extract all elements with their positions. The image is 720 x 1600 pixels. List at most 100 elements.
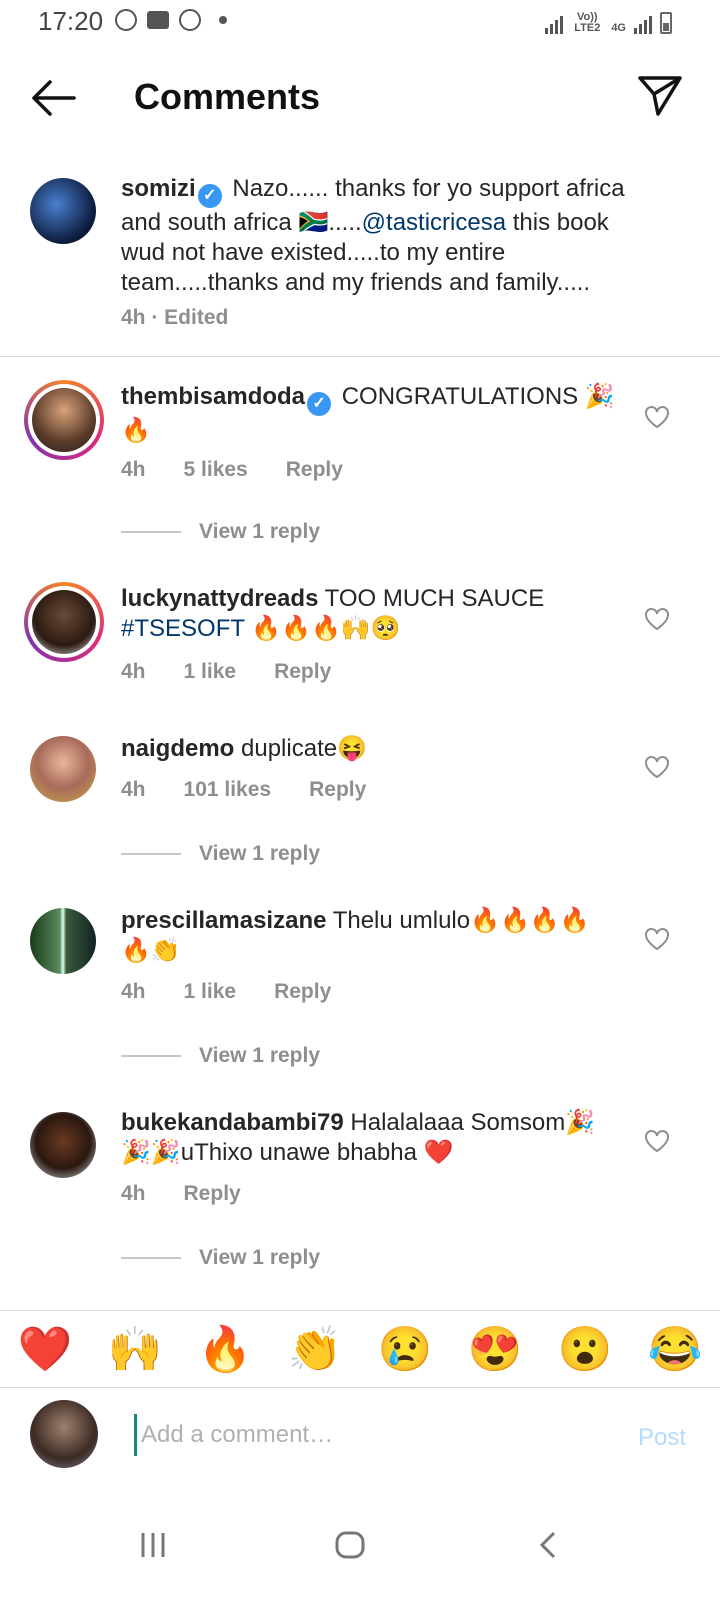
emoji-heart-eyes[interactable]: 😍 <box>468 1323 523 1375</box>
comment-emojis: 🔥🔥🔥🙌🥺 <box>244 615 401 642</box>
more-notifications-icon <box>219 16 227 24</box>
view-replies-button[interactable]: View 1 reply <box>121 1044 320 1068</box>
view-replies-button[interactable]: View 1 reply <box>121 1246 320 1270</box>
emoji-laughing[interactable]: 😂 <box>648 1323 703 1375</box>
divider <box>0 356 720 357</box>
comment-composer: Post <box>0 1400 720 1480</box>
comment-username[interactable]: naigdemo <box>121 735 234 762</box>
emoji-fire[interactable]: 🔥 <box>198 1323 253 1375</box>
page-title: Comments <box>134 76 321 117</box>
avatar[interactable] <box>24 380 104 460</box>
emoji-heart[interactable]: ❤️ <box>18 1323 73 1375</box>
like-heart-icon[interactable] <box>644 404 670 430</box>
view-replies-label: View 1 reply <box>199 1246 321 1269</box>
reply-line <box>121 1257 181 1259</box>
comment-time: 4h <box>121 1182 146 1205</box>
reply-button[interactable]: Reply <box>274 660 331 684</box>
comment-time: 4h <box>121 980 146 1003</box>
comment-time: 4h <box>121 778 146 801</box>
header: Comments <box>0 48 720 148</box>
avatar[interactable] <box>30 178 96 244</box>
battery-icon <box>660 12 672 34</box>
caption-text: somizi ✓ Nazo...... thanks for yo support… <box>121 174 641 298</box>
likes-count[interactable]: 5 likes <box>184 458 248 482</box>
gallery-icon <box>147 11 169 29</box>
view-replies-button[interactable]: View 1 reply <box>121 842 320 866</box>
share-icon[interactable] <box>636 74 684 118</box>
comment-meta: 4h Reply <box>121 1182 241 1206</box>
comment-item: thembisamdoda ✓ CONGRATULATIONS 🎉 🔥 4h 5 … <box>0 378 720 558</box>
reply-line <box>121 531 181 533</box>
emoji-quick-bar: ❤️ 🙌 🔥 👏 😢 😍 😮 😂 <box>0 1310 720 1388</box>
comment-text: luckynattydreads TOO MUCH SAUCE #TSESOFT… <box>121 584 621 644</box>
comment-username[interactable]: prescillamasizane <box>121 907 326 934</box>
comment-input[interactable] <box>134 1414 613 1456</box>
mention-link[interactable]: @tasticricesa <box>362 209 506 236</box>
comment-username[interactable]: luckynattydreads <box>121 585 318 612</box>
caption-meta: 4h · Edited <box>121 306 228 330</box>
reply-button[interactable]: Reply <box>274 980 331 1004</box>
view-replies-label: View 1 reply <box>199 1044 321 1067</box>
back-arrow-icon[interactable] <box>30 78 76 118</box>
caption-username[interactable]: somizi <box>121 175 196 202</box>
comment-username[interactable]: thembisamdoda <box>121 383 305 410</box>
signal-icon <box>545 14 564 34</box>
post-button[interactable]: Post <box>638 1424 686 1452</box>
like-heart-icon[interactable] <box>644 754 670 780</box>
system-nav-bar <box>0 1500 720 1600</box>
hashtag-link[interactable]: #TSESOFT <box>121 615 245 642</box>
view-replies-button[interactable]: View 1 reply <box>121 520 320 544</box>
reply-line <box>121 1055 181 1057</box>
comment-time: 4h <box>121 660 146 683</box>
emoji-surprised[interactable]: 😮 <box>558 1323 613 1375</box>
whatsapp-icon <box>179 9 201 31</box>
comment-meta: 4h 1 like Reply <box>121 980 331 1004</box>
avatar[interactable] <box>30 908 96 974</box>
verified-badge-icon: ✓ <box>307 392 332 416</box>
comment-item: bukekandabambi79 Halalalaaa Somsom🎉 🎉🎉uT… <box>0 1108 720 1288</box>
comment-time: 4h <box>121 458 146 481</box>
emoji-clap[interactable]: 👏 <box>288 1323 343 1375</box>
comment-item: naigdemo duplicate😝 4h 101 likes Reply V… <box>0 734 720 884</box>
media-icon <box>115 9 137 31</box>
likes-count[interactable]: 1 like <box>184 660 237 684</box>
caption-time-edited: 4h · Edited <box>121 306 229 329</box>
notification-icons <box>115 9 227 31</box>
home-icon[interactable] <box>334 1530 366 1560</box>
verified-badge-icon: ✓ <box>197 184 222 208</box>
like-heart-icon[interactable] <box>644 1128 670 1154</box>
comment-body: TOO MUCH SAUCE <box>324 585 545 612</box>
comment-text: prescillamasizane Thelu umlulo🔥🔥🔥🔥 🔥👏 <box>121 906 621 966</box>
reply-button[interactable]: Reply <box>309 778 366 802</box>
avatar[interactable] <box>30 736 96 802</box>
reply-button[interactable]: Reply <box>184 1182 241 1206</box>
back-icon[interactable] <box>536 1530 560 1560</box>
caption: somizi ✓ Nazo...... thanks for yo support… <box>0 170 720 350</box>
likes-count[interactable]: 101 likes <box>184 778 272 802</box>
status-indicators: Vo)) LTE2 4G <box>545 12 672 34</box>
like-heart-icon[interactable] <box>644 606 670 632</box>
view-replies-label: View 1 reply <box>199 520 321 543</box>
reply-button[interactable]: Reply <box>286 458 343 482</box>
comment-username[interactable]: bukekandabambi79 <box>121 1109 344 1136</box>
comment-meta: 4h 1 like Reply <box>121 660 331 684</box>
view-replies-label: View 1 reply <box>199 842 321 865</box>
comment-item: prescillamasizane Thelu umlulo🔥🔥🔥🔥 🔥👏 4h… <box>0 906 720 1086</box>
comment-meta: 4h 5 likes Reply <box>121 458 343 482</box>
avatar[interactable] <box>24 582 104 662</box>
signal-2-icon <box>634 14 652 34</box>
emoji-raised-hands[interactable]: 🙌 <box>108 1323 163 1375</box>
network-label: 4G <box>611 22 626 34</box>
status-bar: 17:20 Vo)) LTE2 4G <box>0 0 720 48</box>
comment-meta: 4h 101 likes Reply <box>121 778 366 802</box>
emoji-cry[interactable]: 😢 <box>378 1323 433 1375</box>
like-heart-icon[interactable] <box>644 926 670 952</box>
volte-label: Vo)) LTE2 <box>574 11 601 34</box>
likes-count[interactable]: 1 like <box>184 980 237 1004</box>
avatar <box>30 1400 98 1468</box>
recent-apps-icon[interactable] <box>138 1530 168 1560</box>
comment-text: bukekandabambi79 Halalalaaa Somsom🎉 🎉🎉uT… <box>121 1108 621 1168</box>
comment-text: thembisamdoda ✓ CONGRATULATIONS 🎉 🔥 <box>121 382 621 446</box>
status-time: 17:20 <box>38 6 104 36</box>
avatar[interactable] <box>30 1112 96 1178</box>
